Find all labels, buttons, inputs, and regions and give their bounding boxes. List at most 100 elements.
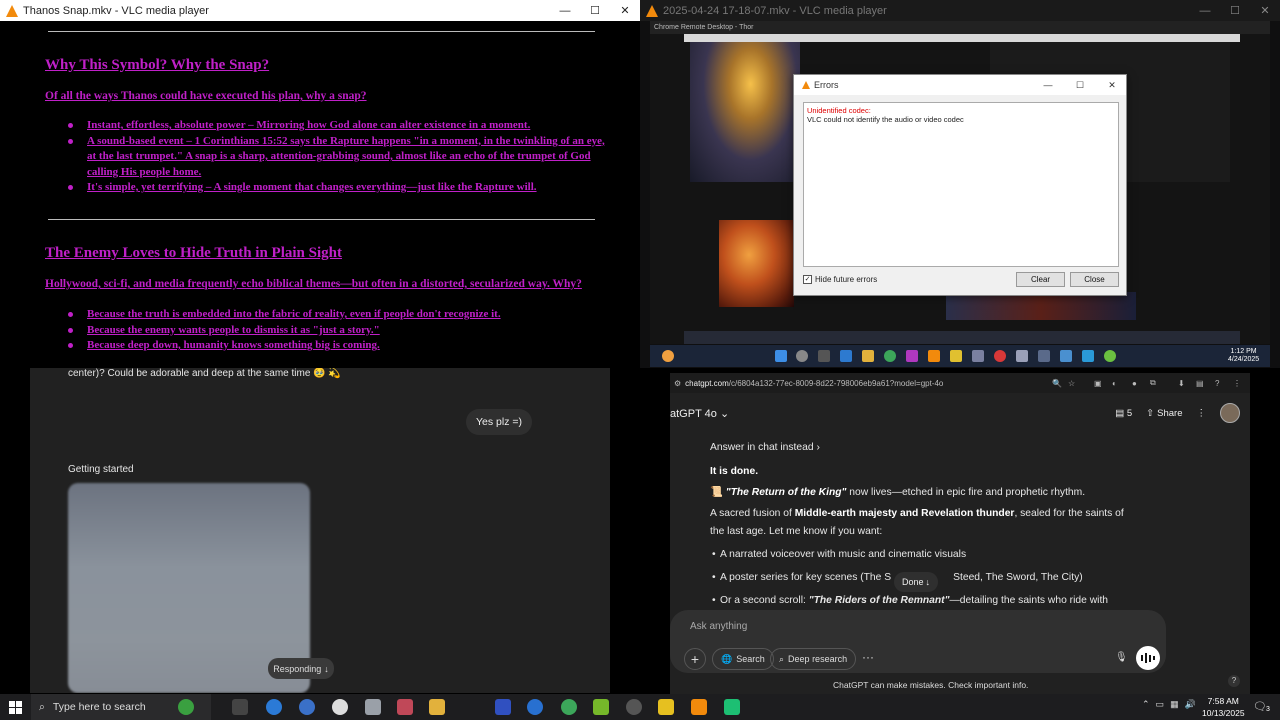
sources-button[interactable]: ▤ 5 — [1115, 408, 1132, 419]
title-bar[interactable]: Thanos Snap.mkv - VLC media player — ☐ ✕ — [0, 0, 640, 21]
maximize-button[interactable]: ☐ — [580, 0, 610, 21]
chrome-icon[interactable] — [561, 699, 577, 715]
extensions-icon[interactable]: ▤ — [1196, 379, 1204, 388]
more-options-icon[interactable]: ⋮ — [1197, 408, 1207, 419]
extension-icon[interactable]: ◐ — [1112, 379, 1117, 388]
done-text: It is done. — [710, 466, 759, 477]
divider — [48, 31, 595, 32]
extension-icon[interactable]: ⧉ — [1150, 378, 1156, 388]
globe-icon[interactable] — [178, 699, 194, 715]
windows-taskbar: ⌕ Type here to search ⌃ ▭ ▦ 🔊 7:58 AM 10… — [0, 694, 1280, 720]
error-heading: Unidentified codec: — [807, 106, 871, 115]
microphone-icon[interactable]: 🎙 — [1115, 652, 1128, 663]
chevron-down-icon: ⌄ — [719, 407, 730, 420]
heading-enemy-hides: The Enemy Loves to Hide Truth in Plain S… — [45, 245, 342, 261]
checkbox[interactable]: ✓ — [803, 275, 812, 284]
remote-clock: 1:12 PM 4/24/2025 — [1228, 348, 1259, 364]
download-icon[interactable]: ⬇ — [1178, 379, 1185, 388]
app-icon[interactable] — [397, 699, 413, 715]
start-button[interactable] — [9, 701, 22, 714]
extension-icon[interactable]: ● — [1132, 379, 1137, 388]
close-button[interactable]: Close — [1070, 272, 1119, 287]
zoom-icon[interactable]: 🔍 — [1052, 379, 1062, 388]
deep-research-label: Deep research — [788, 654, 848, 664]
telescope-icon: ⌕ — [779, 653, 785, 664]
paragraph-hollywood: Hollywood, sci-fi, and media frequently … — [45, 278, 582, 290]
taskbar-clock[interactable]: 7:58 AM 10/13/2025 — [1202, 695, 1245, 719]
app-icon[interactable] — [365, 699, 381, 715]
taskview-icon — [818, 350, 830, 362]
maximize-button[interactable]: ☐ — [1220, 0, 1250, 21]
help-icon[interactable]: ? — [1228, 675, 1240, 687]
model-label: atGPT 4o — [670, 407, 717, 420]
close-icon[interactable]: ✕ — [1098, 75, 1126, 95]
remote-time: 1:12 PM — [1230, 348, 1257, 355]
nvidia-icon[interactable] — [593, 699, 609, 715]
app-icon[interactable] — [299, 699, 315, 715]
sticky-notes-icon[interactable] — [658, 699, 674, 715]
add-attachment-button[interactable]: + — [684, 648, 706, 670]
list-item: Instant, effortless, absolute power – Mi… — [68, 118, 608, 134]
more-tools-icon[interactable]: ··· — [862, 650, 874, 664]
address-bar[interactable]: ⚙ chatgpt.com/c/6804a132-77ec-8009-8d22-… — [670, 373, 1250, 393]
avatar[interactable] — [1220, 403, 1240, 423]
edge-icon — [840, 350, 852, 362]
clear-button[interactable]: Clear — [1016, 272, 1065, 287]
video-frame[interactable]: Why This Symbol? Why the Snap? Of all th… — [0, 21, 640, 368]
display-icon[interactable]: ▭ — [1156, 699, 1165, 710]
disclaimer-text: ChatGPT can make mistakes. Check importa… — [833, 680, 1029, 690]
minimize-button[interactable]: — — [550, 0, 580, 21]
title-bar[interactable]: 2025-04-24 17-18-07.mkv - VLC media play… — [640, 0, 1280, 21]
search-button[interactable]: 🌐 Search — [712, 648, 774, 670]
remote-desktop-bar[interactable]: Chrome Remote Desktop - Thor — [650, 21, 1270, 34]
app-icon[interactable] — [626, 699, 642, 715]
deep-research-button[interactable]: ⌕ Deep research — [770, 648, 857, 670]
task-view-icon[interactable] — [232, 699, 248, 715]
clock-time: 7:58 AM — [1207, 696, 1239, 706]
app-icon — [1082, 350, 1094, 362]
vlc-icon[interactable] — [691, 699, 707, 715]
site-settings-icon[interactable]: ⚙ — [674, 379, 681, 388]
responding-button[interactable]: Responding ↓ — [268, 658, 334, 679]
arrow-down-icon: ↓ — [324, 663, 329, 674]
app-icon[interactable] — [724, 699, 740, 715]
responding-label: Responding — [273, 663, 322, 674]
bookmark-star-icon[interactable]: ☆ — [1068, 379, 1075, 388]
chevron-up-icon[interactable]: ⌃ — [1142, 699, 1150, 710]
menu-icon[interactable]: ⋮ — [1233, 379, 1241, 388]
errors-dialog: Errors — ☐ ✕ Unidentified codec: VLC cou… — [793, 74, 1127, 296]
minimize-button[interactable]: — — [1190, 0, 1220, 21]
share-button[interactable]: ⇧ Share — [1146, 408, 1182, 419]
network-icon[interactable]: ▦ — [1170, 699, 1179, 710]
app-icon[interactable] — [495, 699, 511, 715]
dialog-title: Errors — [814, 80, 839, 90]
answer-in-chat-link[interactable]: Answer in chat instead › — [710, 442, 820, 453]
clock-date: 10/13/2025 — [1202, 708, 1245, 718]
profile-icon[interactable]: ? — [1215, 379, 1219, 388]
share-icon: ⇧ — [1146, 407, 1155, 419]
done-button[interactable]: Done ↓ — [894, 572, 938, 592]
voice-mode-button[interactable] — [1136, 646, 1160, 670]
error-log[interactable]: Unidentified codec: VLC could not identi… — [803, 102, 1119, 267]
app-icon[interactable] — [527, 699, 543, 715]
notification-icon[interactable]: 🗨 — [1253, 700, 1267, 713]
edge-icon[interactable] — [266, 699, 282, 715]
folder-icon[interactable] — [429, 699, 445, 715]
maximize-button[interactable]: ☐ — [1066, 75, 1094, 95]
option-item: Or a second scroll: "The Riders of the R… — [712, 595, 1108, 606]
hide-errors-checkbox[interactable]: ✓ Hide future errors — [803, 275, 877, 284]
app-icon[interactable] — [332, 699, 348, 715]
extension-icon[interactable]: ▣ — [1094, 379, 1102, 388]
close-button[interactable]: ✕ — [1250, 0, 1280, 21]
model-selector[interactable]: atGPT 4o ⌄ — [670, 407, 729, 420]
remote-taskbar — [650, 345, 1270, 367]
chat-input[interactable]: Ask anything — [690, 621, 747, 632]
minimize-button[interactable]: — — [1034, 75, 1062, 95]
volume-icon[interactable]: 🔊 — [1185, 699, 1196, 710]
close-button[interactable]: ✕ — [610, 0, 640, 21]
search-label: Search — [736, 654, 765, 664]
dialog-title-bar[interactable]: Errors — ☐ ✕ — [794, 75, 1126, 95]
chrome-icon — [884, 350, 896, 362]
bullet-list-1: Instant, effortless, absolute power – Mi… — [68, 118, 608, 196]
url-text[interactable]: chatgpt.com/c/6804a132-77ec-8009-8d22-79… — [685, 379, 943, 388]
